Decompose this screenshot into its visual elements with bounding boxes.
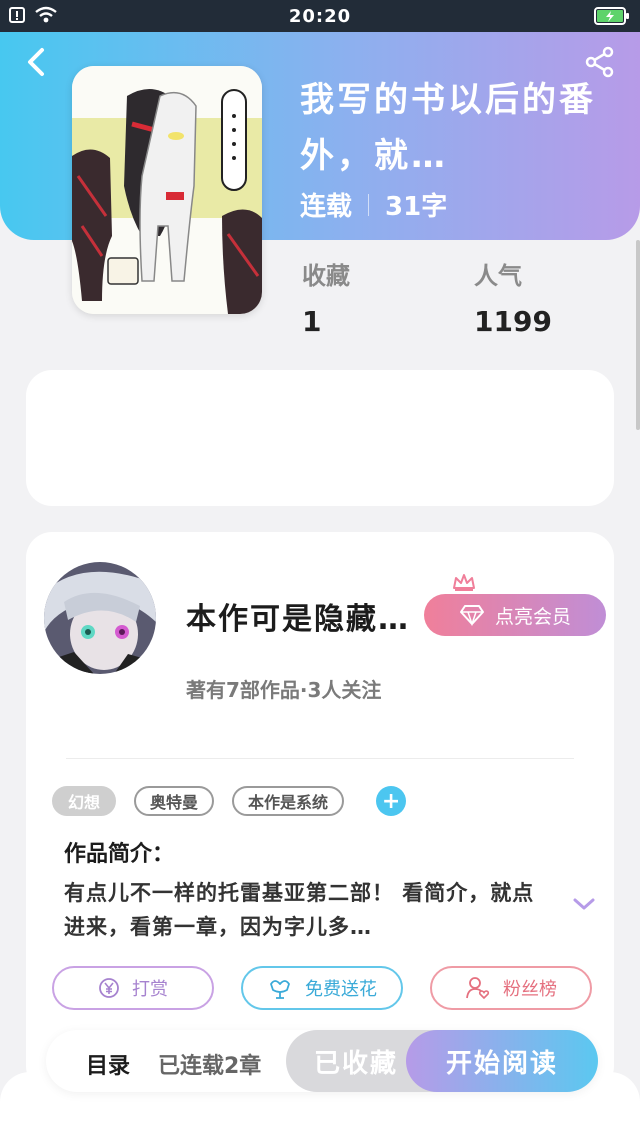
cover-illustration [72,66,262,314]
book-title: 我写的书以后的番外，就… [300,80,596,176]
tag-item[interactable]: 幻想 [52,786,117,816]
author-avatar[interactable] [44,562,156,674]
meta-divider [368,193,370,216]
action-buttons: 打赏 免费送花 粉丝榜 [52,966,592,1010]
vip-button[interactable]: 点亮会员 [424,594,606,636]
stat-label: 收藏 [302,262,350,290]
intro-heading: 作品简介： [64,842,175,867]
toc-button[interactable]: 目录 [86,1048,130,1080]
tag-list: 幻想 奥特曼 本作是系统 + [52,786,407,816]
stat-label: 人气 [474,262,522,290]
fans-ranking-button[interactable]: 粉丝榜 [430,966,592,1010]
diamond-icon [459,605,484,626]
stat-popularity: 人气 1199 [474,256,552,338]
scrollbar[interactable] [636,240,640,430]
author-name[interactable]: 本作可是隐藏… [186,594,410,638]
crown-icon [453,574,475,591]
book-meta: 连载 31字 [300,186,447,223]
back-button[interactable] [20,44,56,80]
battery-icon [594,7,630,29]
expand-intro-button[interactable] [572,896,596,916]
start-reading-label: 开始阅读 [445,1048,558,1079]
bottom-action-bar: 目录 已连载2章 已收藏 开始阅读 [46,1030,598,1092]
tag-item[interactable]: 本作是系统 [232,786,345,816]
yen-coin-icon [99,978,119,998]
plus-icon: + [381,788,401,814]
chevron-down-icon [573,898,595,910]
book-cover[interactable] [72,66,262,314]
stat-value: 1199 [474,305,552,338]
fans-label: 粉丝榜 [503,979,557,1000]
flower-icon [270,980,290,999]
word-count: 31字 [385,192,448,222]
status-bar: 20:20 [0,0,640,32]
stat-collect: 收藏 1 [302,256,350,338]
user-heart-icon [466,977,490,1000]
collected-label: 已收藏 [313,1048,398,1079]
add-tag-button[interactable]: + [376,786,407,816]
start-reading-button[interactable]: 开始阅读 [406,1030,598,1092]
book-status: 连载 [300,192,353,222]
author-summary: 著有7部作品·3人关注 [186,678,382,702]
chapter-count[interactable]: 已连载2章 [158,1048,261,1080]
vip-label: 点亮会员 [494,605,571,628]
send-flower-button[interactable]: 免费送花 [241,966,403,1010]
divider [66,758,574,759]
flower-label: 免费送花 [305,979,377,1000]
chevron-left-icon [28,48,44,76]
reward-label: 打赏 [132,979,168,1000]
tag-item[interactable]: 奥特曼 [134,786,215,816]
empty-card [26,370,614,506]
intro-text: 有点儿不一样的托雷基亚第二部！ 看简介，就点进来，看第一章，因为字儿多… [64,881,535,939]
author-info-card: 本作可是隐藏… 点亮会员 著有7部作品·3人关注 幻想 奥特曼 本作是系统 + … [26,532,614,1092]
reward-button[interactable]: 打赏 [52,966,214,1010]
stat-value: 1 [302,305,322,338]
avatar-illustration [44,562,156,674]
status-time: 20:20 [288,6,352,27]
